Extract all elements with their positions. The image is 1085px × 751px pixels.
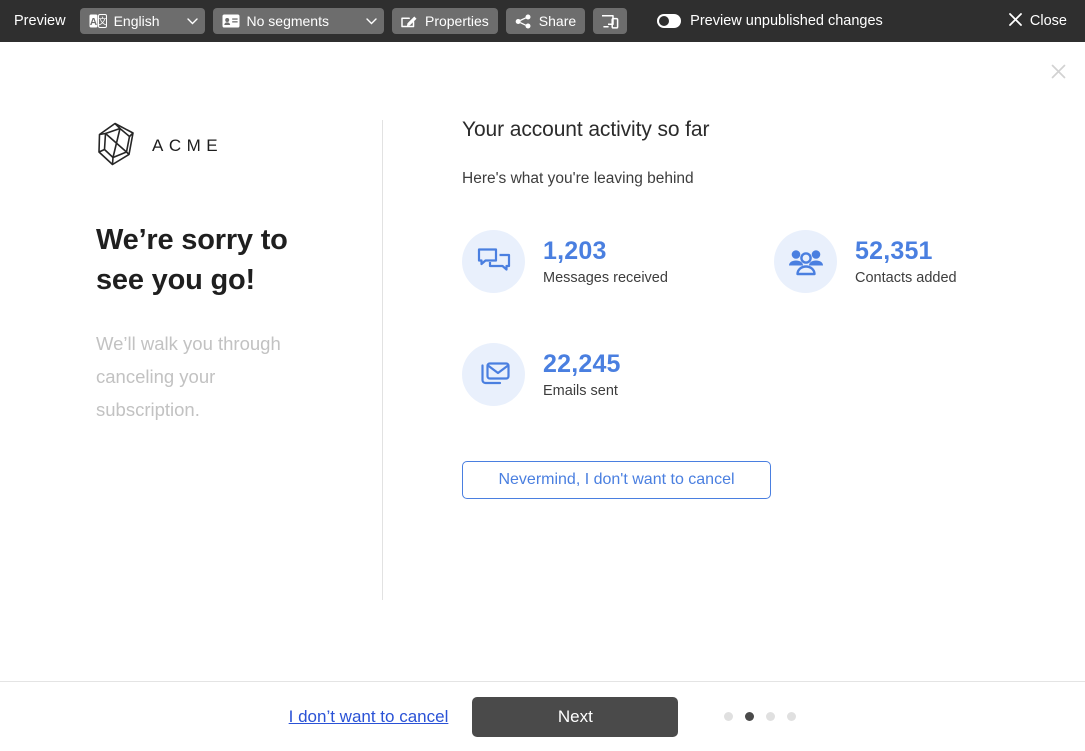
svg-text:A: A <box>89 17 96 28</box>
step-indicator <box>724 712 796 721</box>
chat-bubbles-icon <box>462 230 525 293</box>
dont-want-to-cancel-link[interactable]: I don’t want to cancel <box>289 707 449 727</box>
brand-lockup: ACME <box>96 120 382 172</box>
stat-value: 1,203 <box>543 237 668 266</box>
chevron-down-icon <box>366 18 377 25</box>
close-preview-label: Close <box>1030 13 1067 29</box>
stat-label: Contacts added <box>855 270 957 286</box>
id-card-icon <box>222 14 240 28</box>
share-nodes-icon <box>515 14 532 29</box>
preview-unpublished-toggle[interactable]: Preview unpublished changes <box>657 13 883 29</box>
modal-footer: I don’t want to cancel Next <box>0 681 1085 751</box>
activity-title: Your account activity so far <box>462 118 1085 142</box>
preview-unpublished-label: Preview unpublished changes <box>690 13 883 29</box>
share-button[interactable]: Share <box>506 8 585 34</box>
modal-headline: We’re sorry to see you go! <box>96 220 311 300</box>
modal-left-pane: ACME We’re sorry to see you go! We’ll wa… <box>0 42 382 681</box>
stat-item: 1,203 Messages received <box>462 230 774 293</box>
modal-subline: We’ll walk you through canceling your su… <box>96 328 296 427</box>
stat-item: 22,245 Emails sent <box>462 343 774 406</box>
pane-divider <box>382 120 383 600</box>
modal-content: ACME We’re sorry to see you go! We’ll wa… <box>0 42 1085 681</box>
properties-label: Properties <box>425 14 489 28</box>
language-selector[interactable]: A 文 English <box>80 8 205 34</box>
language-value: English <box>114 14 160 28</box>
step-dot[interactable] <box>766 712 775 721</box>
envelope-stack-icon <box>462 343 525 406</box>
brand-name: ACME <box>152 136 223 156</box>
acme-cube-logo-icon <box>96 121 138 172</box>
segments-value: No segments <box>247 14 329 28</box>
modal-right-pane: Your account activity so far Here's what… <box>382 42 1085 681</box>
properties-button[interactable]: Properties <box>392 8 498 34</box>
stat-label: Emails sent <box>543 383 621 399</box>
cancellation-modal: ACME We’re sorry to see you go! We’ll wa… <box>0 42 1085 751</box>
step-dot[interactable] <box>724 712 733 721</box>
stat-value: 52,351 <box>855 237 957 266</box>
stat-label: Messages received <box>543 270 668 286</box>
step-dot[interactable] <box>745 712 754 721</box>
segments-selector[interactable]: No segments <box>213 8 384 34</box>
stat-item: 52,351 Contacts added <box>774 230 992 293</box>
edit-box-icon <box>401 14 418 29</box>
translate-icon: A 文 <box>89 14 107 28</box>
toggle-off-icon <box>657 14 681 28</box>
svg-text:文: 文 <box>98 16 107 27</box>
nevermind-keep-subscription-button[interactable]: Nevermind, I don't want to cancel <box>462 461 771 499</box>
share-label: Share <box>539 14 576 28</box>
step-dot[interactable] <box>787 712 796 721</box>
close-x-icon <box>1009 13 1022 30</box>
activity-stats: 1,203 Messages received <box>462 230 992 406</box>
chevron-down-icon <box>187 18 198 25</box>
activity-subtitle: Here's what you're leaving behind <box>462 170 1085 188</box>
next-button[interactable]: Next <box>472 697 678 737</box>
preview-title: Preview <box>14 13 66 29</box>
close-preview-button[interactable]: Close <box>1009 13 1071 30</box>
people-group-icon <box>774 230 837 293</box>
devices-icon <box>601 14 619 29</box>
stat-value: 22,245 <box>543 350 621 379</box>
device-preview-button[interactable] <box>593 8 627 34</box>
preview-toolbar: Preview A 文 English No segments <box>0 0 1085 42</box>
